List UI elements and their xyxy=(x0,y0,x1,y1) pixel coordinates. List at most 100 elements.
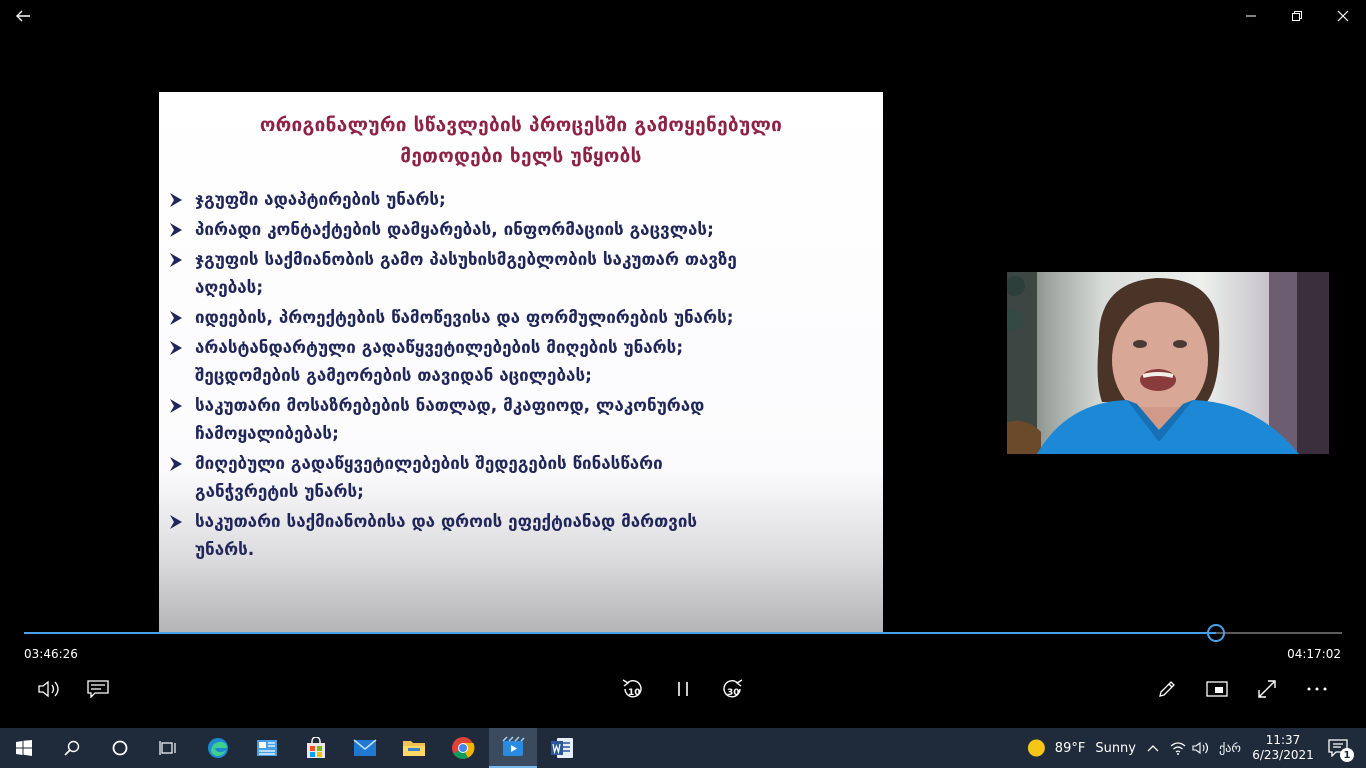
presentation-slide: ორიგინალური სწავლების პროცესში გამოყენებ… xyxy=(159,92,883,633)
close-icon xyxy=(1337,10,1349,22)
bullet-item: ჯგუფის საქმიანობის გამო პასუხისმგებლობის… xyxy=(167,246,857,302)
network-button[interactable] xyxy=(1167,728,1189,768)
bullet-item: საკუთარი საქმიანობისა და დროის ეფექტიანა… xyxy=(167,508,857,564)
pause-icon xyxy=(678,682,688,696)
more-options-button[interactable] xyxy=(1299,671,1335,707)
edge-icon xyxy=(208,738,228,758)
seek-bar[interactable] xyxy=(24,624,1342,642)
notification-center-button[interactable]: 1 xyxy=(1318,728,1358,768)
fullscreen-button[interactable] xyxy=(1249,671,1285,707)
subtitles-icon xyxy=(87,680,109,698)
show-hidden-icons-button[interactable] xyxy=(1141,728,1165,768)
speaker-button[interactable] xyxy=(1190,728,1212,768)
bullet-text-line-1: ჯგუფის საქმიანობის გამო პასუხისმგებლობის… xyxy=(195,250,737,270)
bullet-arrow-icon xyxy=(170,223,182,237)
bullet-item: საკუთარი მოსაზრებების ნათლად, მკაფიოდ, ლ… xyxy=(167,392,857,448)
taskbar-photos[interactable] xyxy=(243,728,291,768)
bullet-arrow-icon xyxy=(170,341,182,355)
store-icon xyxy=(307,737,325,758)
volume-button[interactable] xyxy=(31,671,67,707)
taskbar-store[interactable] xyxy=(292,728,340,768)
total-time: 04:17:02 xyxy=(1287,647,1341,661)
minimize-button[interactable] xyxy=(1228,0,1274,32)
word-icon xyxy=(551,738,573,758)
weather-temperature: 89°F xyxy=(1054,740,1086,756)
back-arrow-icon xyxy=(16,10,30,22)
taskbar-file-explorer[interactable] xyxy=(390,728,438,768)
slide-bullet-list: ჯგუფში ადაპტირების უნარს; პირადი კონტაქტ… xyxy=(167,186,857,566)
bullet-item: იდეების, პროექტების წამოწევისა და ფორმულ… xyxy=(167,304,857,332)
fullscreen-icon xyxy=(1258,680,1276,698)
task-view-button[interactable] xyxy=(144,728,192,768)
taskbar-mail[interactable] xyxy=(341,728,389,768)
presenter-webcam xyxy=(1007,272,1329,454)
sun-icon xyxy=(1027,739,1045,757)
back-button[interactable] xyxy=(0,0,46,32)
bullet-item: ჯგუფში ადაპტირების უნარს; xyxy=(167,186,857,214)
mini-view-button[interactable] xyxy=(1199,671,1235,707)
bullet-text-line-2: განჭვრეტის უნარს; xyxy=(195,482,364,502)
cortana-button[interactable] xyxy=(96,728,144,768)
bullet-text-line-1: ჯგუფში ადაპტირების უნარს; xyxy=(195,190,446,210)
cortana-icon xyxy=(112,740,128,756)
bullet-text-line-1: საკუთარი საქმიანობისა და დროის ეფექტიანა… xyxy=(195,512,698,532)
bullet-arrow-icon xyxy=(170,515,182,529)
presenter-image xyxy=(1007,272,1329,454)
bullet-text-line-2: შეცდომების გამეორების თავიდან აცილებას; xyxy=(195,366,592,386)
file-explorer-icon xyxy=(403,741,425,756)
search-icon xyxy=(64,740,80,756)
bullet-arrow-icon xyxy=(170,311,182,325)
taskbar-edge[interactable] xyxy=(194,728,242,768)
search-button[interactable] xyxy=(48,728,96,768)
taskbar-chrome[interactable] xyxy=(439,728,487,768)
weather-condition: Sunny xyxy=(1095,740,1136,756)
bullet-text-line-1: არასტანდარტული გადაწყვეტილებების მიღების… xyxy=(195,338,684,358)
bullet-item: არასტანდარტული გადაწყვეტილებების მიღების… xyxy=(167,334,857,390)
pause-button[interactable] xyxy=(665,671,701,707)
bullet-arrow-icon xyxy=(170,193,182,207)
chrome-icon xyxy=(452,737,475,759)
photos-icon xyxy=(257,740,277,756)
window-titlebar xyxy=(0,0,1366,32)
volume-icon xyxy=(38,680,59,698)
bullet-text-line-2: აღებას; xyxy=(195,278,264,298)
slide-title-line-2: მეთოდები ხელს უწყობს xyxy=(400,145,642,167)
slide-title: ორიგინალური სწავლების პროცესში გამოყენებ… xyxy=(159,110,883,172)
bullet-arrow-icon xyxy=(170,457,182,471)
taskbar-movies-tv[interactable] xyxy=(489,728,537,768)
speaker-icon xyxy=(1192,741,1209,755)
skip-back-button[interactable]: 10 xyxy=(614,671,650,707)
bullet-item: მიღებული გადაწყვეტილებების შედეგების წინ… xyxy=(167,450,857,506)
restore-button[interactable] xyxy=(1274,0,1320,32)
start-button[interactable] xyxy=(0,728,48,768)
input-language: ქარ xyxy=(1219,741,1241,755)
bullet-text-line-1: მიღებული გადაწყვეტილებების შედეგების წინ… xyxy=(195,454,663,474)
taskbar-word[interactable] xyxy=(538,728,586,768)
input-language-button[interactable]: ქარ xyxy=(1214,728,1246,768)
windows-start-icon xyxy=(16,740,32,756)
bullet-text-line-1: პირადი კონტაქტების დამყარებას, ინფორმაცი… xyxy=(195,220,714,240)
current-time: 03:46:26 xyxy=(24,647,78,661)
seek-bar-thumb[interactable] xyxy=(1207,624,1226,642)
skip-back-label: 10 xyxy=(628,688,641,698)
skip-forward-label: 30 xyxy=(727,688,740,698)
clock-date: 6/23/2021 xyxy=(1252,748,1314,762)
slide-title-line-1: ორიგინალური სწავლების პროცესში გამოყენებ… xyxy=(259,114,783,136)
task-view-icon xyxy=(159,741,176,755)
movies-tv-icon xyxy=(502,736,525,756)
bullet-item: პირადი კონტაქტების დამყარებას, ინფორმაცი… xyxy=(167,216,857,244)
seek-bar-progress xyxy=(24,632,1217,634)
subtitles-button[interactable] xyxy=(80,671,116,707)
bullet-text-line-2: უნარს. xyxy=(195,540,255,560)
close-button[interactable] xyxy=(1320,0,1366,32)
clock[interactable]: 11:37 6/23/2021 xyxy=(1252,728,1314,768)
bullet-arrow-icon xyxy=(170,253,182,267)
pen-icon xyxy=(1159,681,1175,697)
skip-forward-button[interactable]: 30 xyxy=(715,671,751,707)
bullet-arrow-icon xyxy=(170,399,182,413)
clock-time: 11:37 xyxy=(1265,733,1301,747)
draw-button[interactable] xyxy=(1149,671,1185,707)
weather-widget[interactable]: 89°F Sunny xyxy=(1024,728,1136,768)
mini-view-icon xyxy=(1206,681,1228,697)
chevron-up-icon xyxy=(1147,745,1159,752)
